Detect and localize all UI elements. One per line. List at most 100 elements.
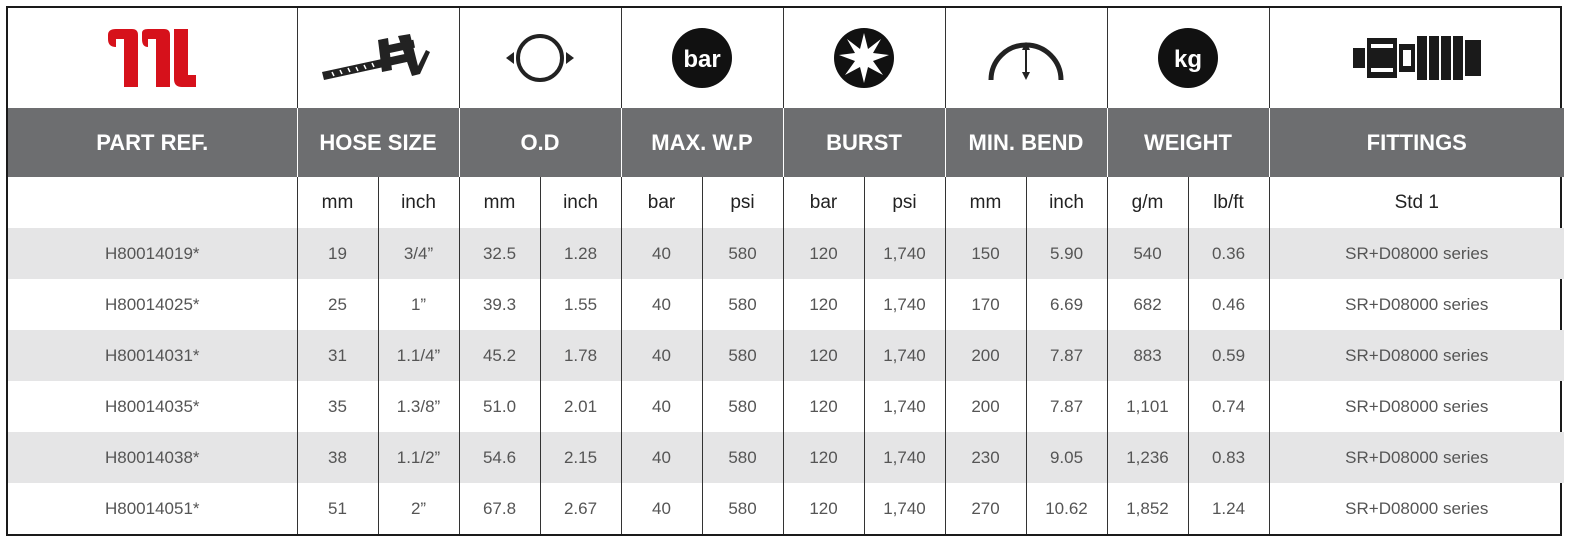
- table-row: H80014051* 51 2” 67.8 2.67 40 580 120 1,…: [8, 483, 1564, 534]
- cell-od-mm: 32.5: [459, 228, 541, 279]
- bar-pressure-icon: bar: [672, 28, 732, 88]
- cell-wp-bar: 40: [621, 381, 703, 432]
- cell-wp-bar: 40: [621, 483, 703, 534]
- fittings-icon-cell: [1269, 8, 1564, 108]
- cell-od-mm: 51.0: [459, 381, 541, 432]
- cell-wp-psi: 580: [702, 228, 784, 279]
- spec-table-frame: bar kg PART REF. HOSE SIZE O.D MAX. W.P …: [6, 6, 1564, 536]
- cell-weight-gm: 1,852: [1107, 483, 1189, 534]
- cell-wp-bar: 40: [621, 330, 703, 381]
- cell-bend-inch: 6.69: [1026, 279, 1108, 330]
- cell-burst-psi: 1,740: [864, 279, 946, 330]
- kg-weight-icon: kg: [1158, 28, 1218, 88]
- cell-part: H80014025*: [8, 279, 298, 330]
- unit-hose-inch: inch: [378, 177, 460, 228]
- cell-od-inch: 1.78: [540, 330, 622, 381]
- cell-wp-bar: 40: [621, 432, 703, 483]
- cell-burst-psi: 1,740: [864, 483, 946, 534]
- cell-wp-psi: 580: [702, 279, 784, 330]
- cell-weight-gm: 682: [1107, 279, 1189, 330]
- cell-od-mm: 67.8: [459, 483, 541, 534]
- brand-cell: [8, 8, 298, 108]
- cell-burst-psi: 1,740: [864, 432, 946, 483]
- unit-weight-lbft: lb/ft: [1188, 177, 1270, 228]
- icon-row: bar kg: [8, 8, 1564, 108]
- table-row: H80014035* 35 1.3/8” 51.0 2.01 40 580 12…: [8, 381, 1564, 432]
- cell-weight-gm: 883: [1107, 330, 1189, 381]
- unit-fittings: Std 1: [1394, 191, 1439, 213]
- cell-bend-mm: 200: [945, 381, 1027, 432]
- cell-hose-mm: 25: [297, 279, 379, 330]
- cell-od-inch: 1.28: [540, 228, 622, 279]
- burst-icon-cell: [783, 8, 946, 108]
- cell-fitting: SR+D08000 series: [1345, 294, 1489, 314]
- min-bend-icon-cell: [945, 8, 1108, 108]
- cell-hose-mm: 19: [297, 228, 379, 279]
- cell-od-mm: 54.6: [459, 432, 541, 483]
- cell-hose-mm: 51: [297, 483, 379, 534]
- cell-burst-psi: 1,740: [864, 381, 946, 432]
- cell-hose-inch: 1.1/4”: [378, 330, 460, 381]
- cell-burst-bar: 120: [783, 228, 865, 279]
- cell-hose-inch: 3/4”: [378, 228, 460, 279]
- header-fittings: FITTINGS: [1269, 108, 1564, 177]
- hose-spec-table: bar kg PART REF. HOSE SIZE O.D MAX. W.P …: [8, 8, 1564, 534]
- cell-bend-inch: 10.62: [1026, 483, 1108, 534]
- cell-weight-gm: 540: [1107, 228, 1189, 279]
- cell-weight-lbft: 0.46: [1188, 279, 1270, 330]
- cell-wp-psi: 580: [702, 432, 784, 483]
- cell-wp-bar: 40: [621, 279, 703, 330]
- header-min-bend: MIN. BEND: [945, 108, 1108, 177]
- cell-wp-psi: 580: [702, 483, 784, 534]
- cell-fitting: SR+D08000 series: [1269, 228, 1564, 279]
- cell-part: H80014038*: [8, 432, 298, 483]
- cell-hose-inch: 1.1/2”: [378, 432, 460, 483]
- unit-burst-psi: psi: [864, 177, 946, 228]
- cell-burst-bar: 120: [783, 483, 865, 534]
- cell-burst-psi: 1,740: [864, 228, 946, 279]
- cell-weight-gm: 1,236: [1107, 432, 1189, 483]
- max-wp-icon-cell: bar: [621, 8, 784, 108]
- unit-od-mm: mm: [459, 177, 541, 228]
- units-row: mm inch mm inch bar psi bar psi mm inch …: [8, 177, 1564, 228]
- cell-part: H80014019*: [8, 228, 298, 279]
- cell-od-inch: 2.67: [540, 483, 622, 534]
- cell-part: H80014051*: [8, 483, 298, 534]
- unit-wp-psi: psi: [702, 177, 784, 228]
- weight-icon-cell: kg: [1107, 8, 1270, 108]
- header-row: PART REF. HOSE SIZE O.D MAX. W.P BURST M…: [8, 108, 1564, 177]
- cell-hose-inch: 2”: [378, 483, 460, 534]
- cell-hose-mm: 38: [297, 432, 379, 483]
- cell-burst-bar: 120: [783, 279, 865, 330]
- cell-od-mm: 45.2: [459, 330, 541, 381]
- cell-weight-lbft: 0.74: [1188, 381, 1270, 432]
- cell-od-inch: 2.15: [540, 432, 622, 483]
- cell-weight-lbft: 0.36: [1188, 228, 1270, 279]
- fitting-icon: [1352, 36, 1481, 80]
- cell-burst-bar: 120: [783, 432, 865, 483]
- cell-hose-mm: 31: [297, 330, 379, 381]
- svg-text:kg: kg: [1174, 46, 1202, 73]
- header-weight: WEIGHT: [1107, 108, 1270, 177]
- cell-weight-lbft: 0.83: [1188, 432, 1270, 483]
- cell-bend-mm: 230: [945, 432, 1027, 483]
- table-row: H80014031* 31 1.1/4” 45.2 1.78 40 580 12…: [8, 330, 1564, 381]
- unit-od-inch: inch: [540, 177, 622, 228]
- bend-radius-icon: [988, 42, 1064, 81]
- cell-hose-inch: 1”: [378, 279, 460, 330]
- cell-burst-bar: 120: [783, 330, 865, 381]
- cell-burst-psi: 1,740: [864, 330, 946, 381]
- cell-part: H80014035*: [8, 381, 298, 432]
- cell-wp-psi: 580: [702, 330, 784, 381]
- cell-bend-mm: 200: [945, 330, 1027, 381]
- cell-burst-bar: 120: [783, 381, 865, 432]
- cell-bend-inch: 7.87: [1026, 381, 1108, 432]
- od-icon-cell: [459, 8, 622, 108]
- cell-od-inch: 2.01: [540, 381, 622, 432]
- cell-fitting: SR+D08000 series: [1345, 498, 1489, 518]
- hose-size-icon-cell: [297, 8, 460, 108]
- burst-icon: [834, 28, 894, 88]
- cell-od-inch: 1.55: [540, 279, 622, 330]
- brand-logo-icon: [108, 29, 197, 87]
- table-row: H80014025* 25 1” 39.3 1.55 40 580 120 1,…: [8, 279, 1564, 330]
